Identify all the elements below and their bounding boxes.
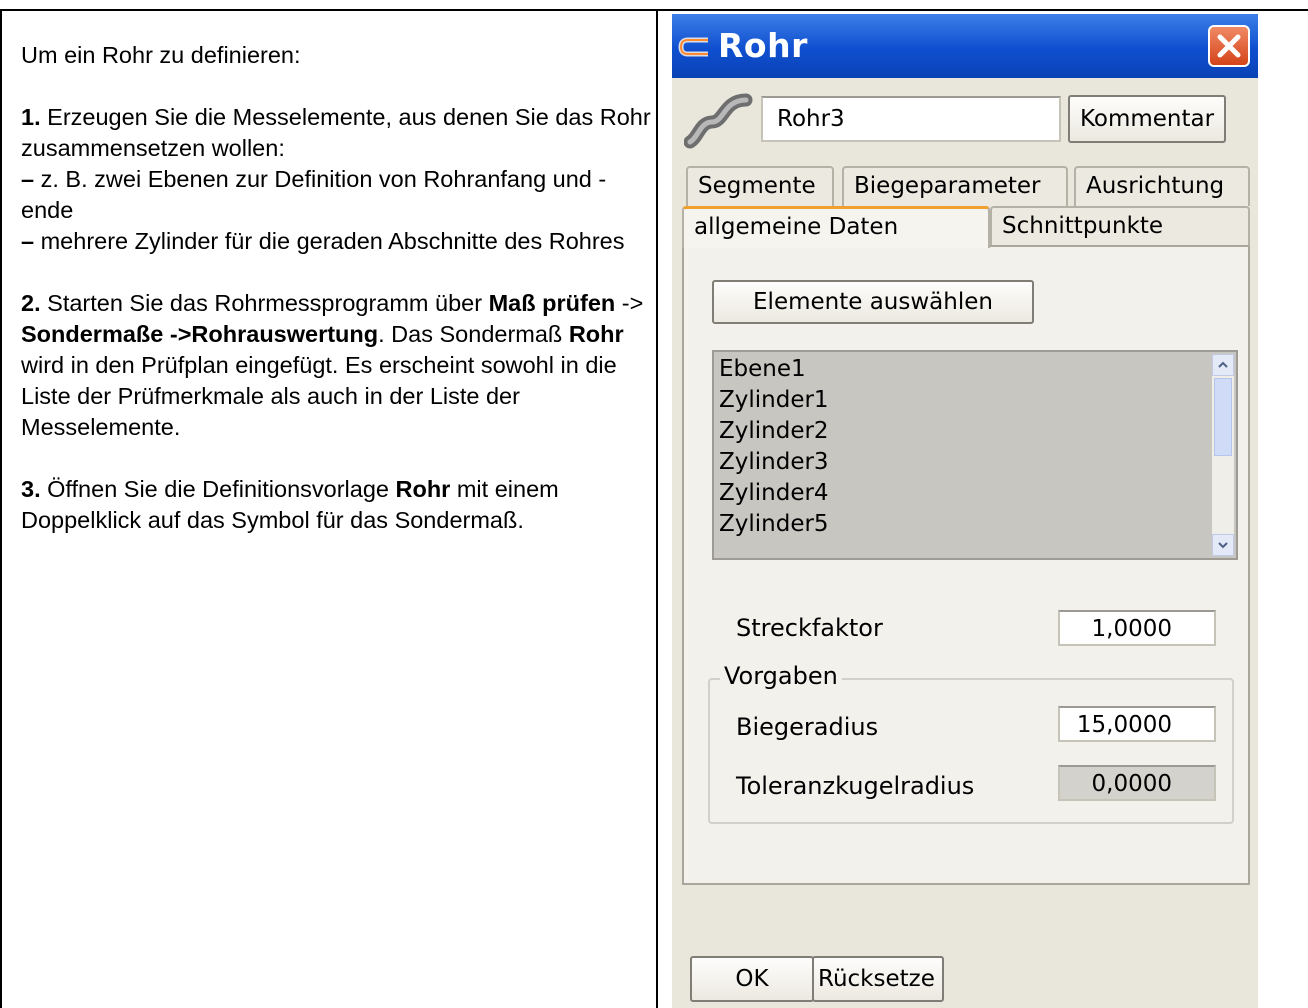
reset-button[interactable]: Rücksetze: [812, 956, 944, 1002]
step1-bullet-1: – z. B. zwei Ebenen zur Definition von R…: [21, 164, 651, 226]
step1-text: Erzeugen Sie die Messelemente, aus denen…: [21, 104, 651, 161]
step2-text-d: . Das Sondermaß: [378, 321, 569, 347]
close-button[interactable]: [1208, 25, 1250, 67]
list-item[interactable]: Zylinder4: [719, 480, 829, 506]
bullet-text: z. B. zwei Ebenen zur Definition von Roh…: [21, 166, 607, 223]
scroll-up-button[interactable]: [1212, 354, 1234, 376]
list-scrollbar[interactable]: [1212, 354, 1234, 556]
scroll-down-button[interactable]: [1212, 534, 1234, 556]
intro-text: Um ein Rohr zu definieren:: [21, 42, 301, 68]
bullet-text: mehrere Zylinder für die geraden Abschni…: [34, 228, 625, 254]
chevron-down-icon: [1218, 542, 1228, 549]
stretch-factor-label: Streckfaktor: [736, 614, 883, 642]
bend-radius-field[interactable]: 15,0000: [1058, 706, 1216, 742]
step2-bold-2: Sondermaße ->Rohrauswertung: [21, 321, 379, 347]
list-item[interactable]: Zylinder5: [719, 511, 829, 537]
scroll-thumb[interactable]: [1214, 378, 1232, 456]
name-field[interactable]: Rohr3: [761, 96, 1061, 142]
step2-text-c: ->: [615, 290, 644, 316]
step2-bold-3: Rohr: [568, 321, 624, 347]
table-border-left: [0, 9, 2, 1008]
comment-button[interactable]: Kommentar: [1068, 95, 1226, 143]
list-item[interactable]: Ebene1: [719, 356, 806, 382]
stretch-factor-field[interactable]: 1,0000: [1058, 610, 1216, 646]
ok-button[interactable]: OK: [690, 956, 814, 1002]
bend-radius-label: Biegeradius: [736, 713, 879, 741]
step1-number: 1.: [21, 104, 41, 130]
table-border-top: [0, 9, 1308, 11]
step2-paragraph: 2. Starten Sie das Rohrmessprogramm über…: [21, 288, 651, 443]
tab-schnittpunkte[interactable]: Schnittpunkte: [990, 206, 1250, 246]
step3-bold: Rohr: [395, 476, 451, 502]
intro-paragraph: Um ein Rohr zu definieren:: [21, 40, 651, 71]
list-item[interactable]: Zylinder1: [719, 387, 829, 413]
step2-text-e: wird in den Prüfplan eingefügt. Es ersch…: [21, 352, 617, 440]
pipe-symbol-icon: [684, 93, 753, 149]
instructions-text: Um ein Rohr zu definieren: 1. Erzeugen S…: [21, 40, 651, 536]
bullet-dash: –: [21, 166, 35, 192]
list-item[interactable]: Zylinder3: [719, 449, 829, 475]
tolerance-radius-label: Toleranzkugelradius: [736, 772, 975, 800]
step3-number: 3.: [21, 476, 41, 502]
step1-bullet-2: – mehrere Zylinder für die geraden Absch…: [21, 226, 651, 257]
defaults-group-label: Vorgaben: [720, 662, 842, 690]
rohr-dialog: Rohr Rohr3 Kommentar Segmente Biegeparam…: [672, 14, 1258, 1008]
chevron-up-icon: [1218, 361, 1228, 368]
step2-text-a: Starten Sie das Rohrmessprogramm über: [40, 290, 489, 316]
list-item[interactable]: Zylinder2: [719, 418, 829, 444]
close-icon: [1217, 34, 1241, 58]
step3-paragraph: 3. Öffnen Sie die Definitionsvorlage Roh…: [21, 474, 651, 536]
tab-alignment[interactable]: Ausrichtung: [1074, 166, 1250, 206]
step2-number: 2.: [21, 290, 41, 316]
tab-bend-parameters[interactable]: Biegeparameter: [842, 166, 1068, 206]
tab-general-data[interactable]: allgemeine Daten: [682, 206, 990, 248]
table-divider: [656, 9, 658, 1008]
pipe-icon: [678, 37, 708, 57]
step2-bold-1: Maß prüfen: [488, 290, 616, 316]
elements-list[interactable]: Ebene1 Zylinder1 Zylinder2 Zylinder3 Zyl…: [712, 350, 1238, 560]
title-bar[interactable]: Rohr: [672, 14, 1258, 78]
dialog-title: Rohr: [718, 26, 808, 65]
defaults-group: [708, 678, 1234, 824]
step3-text-a: Öffnen Sie die Definitionsvorlage: [40, 476, 396, 502]
select-elements-button[interactable]: Elemente auswählen: [712, 280, 1034, 324]
bullet-dash: –: [21, 228, 35, 254]
tolerance-radius-field: 0,0000: [1058, 765, 1216, 801]
step1-paragraph: 1. Erzeugen Sie die Messelemente, aus de…: [21, 102, 651, 164]
tab-segments[interactable]: Segmente: [686, 166, 834, 206]
